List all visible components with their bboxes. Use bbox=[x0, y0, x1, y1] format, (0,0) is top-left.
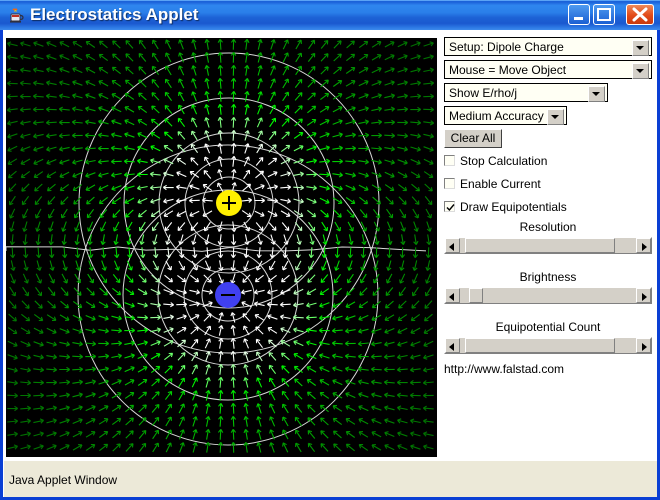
slider-thumb[interactable] bbox=[465, 338, 615, 353]
arrow-left-icon[interactable] bbox=[445, 238, 460, 253]
slider-thumb[interactable] bbox=[469, 288, 483, 303]
setup-dropdown-value: Setup: Dipole Charge bbox=[449, 40, 564, 54]
equipotential-count-slider[interactable] bbox=[444, 337, 652, 354]
checkbox-box bbox=[444, 155, 455, 166]
arrow-right-icon[interactable] bbox=[636, 338, 651, 353]
status-bar-text: Java Applet Window bbox=[9, 473, 117, 487]
check-icon bbox=[446, 203, 455, 212]
clear-all-button[interactable]: Clear All bbox=[444, 129, 502, 148]
checkbox-box bbox=[444, 178, 455, 189]
arrow-right-icon[interactable] bbox=[636, 288, 651, 303]
checkbox-label: Draw Equipotentials bbox=[460, 199, 567, 215]
accuracy-dropdown-value: Medium Accuracy bbox=[449, 109, 544, 123]
setup-dropdown[interactable]: Setup: Dipole Charge bbox=[444, 37, 652, 56]
java-coffee-cup-icon bbox=[8, 7, 25, 24]
close-button[interactable] bbox=[626, 4, 654, 25]
resolution-label: Resolution bbox=[439, 220, 657, 234]
slider-thumb[interactable] bbox=[465, 238, 615, 253]
mouse-mode-dropdown[interactable]: Mouse = Move Object bbox=[444, 60, 652, 79]
accuracy-dropdown[interactable]: Medium Accuracy bbox=[444, 106, 567, 125]
arrow-left-icon[interactable] bbox=[445, 338, 460, 353]
mouse-mode-dropdown-value: Mouse = Move Object bbox=[449, 63, 566, 77]
field-vectors bbox=[6, 38, 437, 457]
resolution-slider[interactable] bbox=[444, 237, 652, 254]
chevron-down-icon bbox=[632, 63, 649, 79]
field-simulation-canvas[interactable] bbox=[6, 38, 437, 457]
maximize-button[interactable] bbox=[593, 4, 615, 25]
checkbox-label: Enable Current bbox=[460, 176, 541, 192]
window-title: Electrostatics Applet bbox=[30, 4, 198, 26]
status-bar: Java Applet Window bbox=[3, 460, 657, 497]
display-mode-dropdown-value: Show E/rho/j bbox=[449, 86, 517, 100]
chevron-down-icon bbox=[588, 86, 605, 102]
application-window: Electrostatics Applet Setup: Dipole Char… bbox=[0, 0, 660, 500]
checkbox-box bbox=[444, 201, 455, 212]
equipotential-count-label: Equipotential Count bbox=[439, 320, 657, 334]
brightness-label: Brightness bbox=[439, 270, 657, 284]
chevron-down-icon bbox=[632, 40, 649, 56]
control-panel: Setup: Dipole Charge Mouse = Move Object… bbox=[439, 30, 657, 460]
minimize-button[interactable] bbox=[568, 4, 590, 25]
display-mode-dropdown[interactable]: Show E/rho/j bbox=[444, 83, 608, 102]
client-area: Setup: Dipole Charge Mouse = Move Object… bbox=[3, 30, 657, 460]
website-link[interactable]: http://www.falstad.com bbox=[444, 362, 564, 376]
chevron-down-icon bbox=[547, 109, 564, 125]
arrow-right-icon[interactable] bbox=[636, 238, 651, 253]
title-bar: Electrostatics Applet bbox=[0, 0, 660, 30]
brightness-slider[interactable] bbox=[444, 287, 652, 304]
checkbox-label: Stop Calculation bbox=[460, 153, 547, 169]
arrow-left-icon[interactable] bbox=[445, 288, 460, 303]
